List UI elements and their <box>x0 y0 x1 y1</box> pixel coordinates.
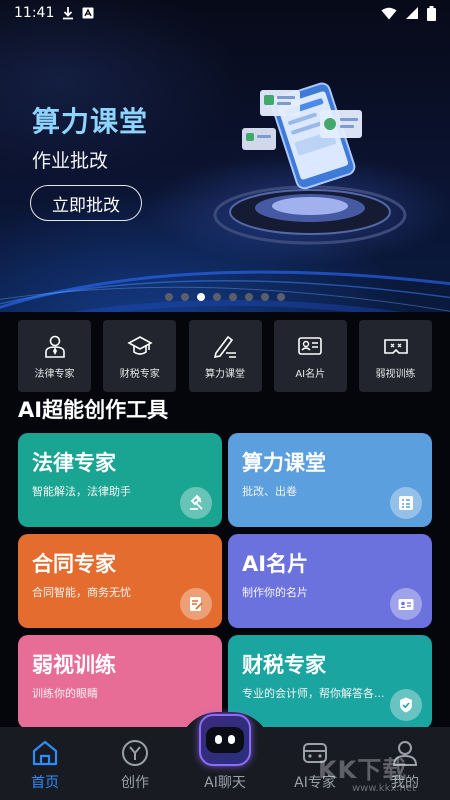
card-title: AI名片 <box>242 552 309 576</box>
section-title: AI超能创作工具 <box>18 398 169 422</box>
carousel-dot[interactable] <box>197 293 205 301</box>
shortcut-lawyer[interactable]: 法律专家 <box>18 320 91 392</box>
card-legal-expert[interactable]: 法律专家 智能解法，法律助手 <box>18 433 222 527</box>
gavel-icon <box>180 487 212 519</box>
carousel-dot[interactable] <box>213 293 221 301</box>
shortcut-tax[interactable]: 财税专家 <box>103 320 177 392</box>
shortcut-ai-card[interactable]: AI名片 <box>273 320 347 392</box>
carousel-dot[interactable] <box>229 293 237 301</box>
card-vision-training[interactable]: 弱视训练 训练你的眼睛 <box>18 635 222 729</box>
carousel-dot[interactable] <box>277 293 285 301</box>
battery-icon <box>427 5 436 21</box>
shield-icon <box>390 689 422 721</box>
contract-icon <box>180 588 212 620</box>
app-notification-icon <box>82 7 94 19</box>
card-ai-business-card[interactable]: AI名片 制作你的名片 <box>228 534 432 628</box>
shortcut-label: AI名片 <box>295 368 326 380</box>
shortcut-row: 法律专家 财税专家 算力课堂 AI名片 弱视训练 <box>18 320 432 392</box>
id-card-icon <box>390 588 422 620</box>
banner-subtitle: 作业批改 <box>32 150 109 172</box>
shortcut-label: 法律专家 <box>34 368 75 380</box>
id-card-icon <box>298 336 323 355</box>
shortcut-label: 财税专家 <box>119 368 160 380</box>
nav-home[interactable]: 首页 <box>0 727 90 800</box>
carousel-dot[interactable] <box>165 293 173 301</box>
card-tax-expert[interactable]: 财税专家 专业的会计师，帮你解答各... <box>228 635 432 729</box>
nav-label: 首页 <box>31 775 59 791</box>
robot-face <box>206 727 244 753</box>
robot-eye <box>228 735 235 744</box>
card-title: 法律专家 <box>32 451 116 475</box>
robot-icon[interactable] <box>199 714 251 766</box>
vr-glasses-icon <box>383 338 408 354</box>
status-bar: 11:41 <box>0 0 450 26</box>
hero-banner[interactable]: 算力课堂 作业批改 立即批改 <box>0 0 450 312</box>
card-contract-expert[interactable]: 合同专家 合同智能，商务无忧 <box>18 534 222 628</box>
home-icon <box>32 740 58 766</box>
graduation-cap-icon <box>127 335 153 355</box>
signal-icon <box>405 6 419 20</box>
phone-illustration <box>213 82 407 245</box>
card-title: 弱视训练 <box>32 653 116 677</box>
create-icon <box>122 740 148 766</box>
shortcut-classroom[interactable]: 算力课堂 <box>188 320 262 392</box>
carousel-dot[interactable] <box>181 293 189 301</box>
lawyer-icon <box>44 335 65 358</box>
carousel-dot[interactable] <box>245 293 253 301</box>
carousel-dot[interactable] <box>261 293 269 301</box>
card-title: 财税专家 <box>242 653 326 677</box>
card-title: 合同专家 <box>32 552 116 576</box>
card-desc: 训练你的眼睛 <box>32 687 98 700</box>
tool-card-grid: 法律专家 智能解法，法律助手 算力课堂 批改、出卷 合同专家 合同智能，商务无忧… <box>18 433 432 729</box>
carousel-indicator <box>0 293 450 301</box>
pen-icon <box>213 335 236 358</box>
correct-now-button[interactable]: 立即批改 <box>30 185 142 221</box>
download-icon <box>62 6 74 20</box>
nav-label: 创作 <box>121 775 149 791</box>
card-computing-classroom[interactable]: 算力课堂 批改、出卷 <box>228 433 432 527</box>
robot-eye <box>215 735 222 744</box>
banner-title: 算力课堂 <box>32 105 149 138</box>
watermark-logo: KK下载 <box>318 756 408 784</box>
card-title: 算力课堂 <box>242 451 326 475</box>
nav-label: AI聊天 <box>204 775 246 791</box>
nav-create[interactable]: 创作 <box>90 727 180 800</box>
wifi-icon <box>381 7 397 20</box>
shortcut-label: 算力课堂 <box>205 368 245 380</box>
watermark-url: www.kkx.net <box>352 783 416 794</box>
shortcut-vision[interactable]: 弱视训练 <box>359 320 432 392</box>
status-time: 11:41 <box>14 5 55 21</box>
shortcut-label: 弱视训练 <box>375 368 416 380</box>
form-icon <box>390 487 422 519</box>
